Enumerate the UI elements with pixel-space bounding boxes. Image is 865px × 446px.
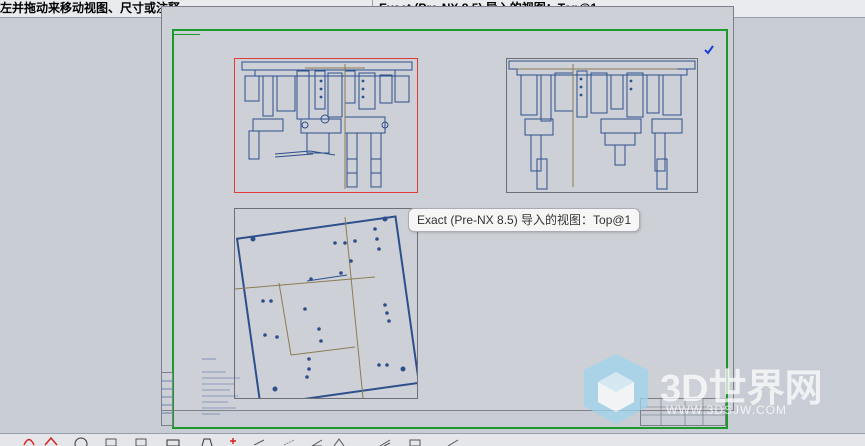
sketch-toolbar <box>0 433 865 446</box>
revision-grid <box>162 380 172 414</box>
view-tooltip: Exact (Pre-NX 8.5) 导入的视图：Top@1 <box>408 208 641 232</box>
check-mark-icon <box>704 45 714 55</box>
technical-notes <box>202 358 240 415</box>
right-view-geometry <box>508 60 696 190</box>
drawing-view-right[interactable] <box>506 58 698 193</box>
drawing-view-top[interactable] <box>234 208 421 407</box>
front-view-geometry <box>241 61 413 189</box>
watermark-url: WWW.3DSJW.COM <box>666 403 787 417</box>
top-view-geometry <box>234 215 421 407</box>
revision-block <box>161 372 173 426</box>
sheet-border-tab <box>172 29 200 35</box>
drawing-view-front[interactable] <box>234 58 418 193</box>
